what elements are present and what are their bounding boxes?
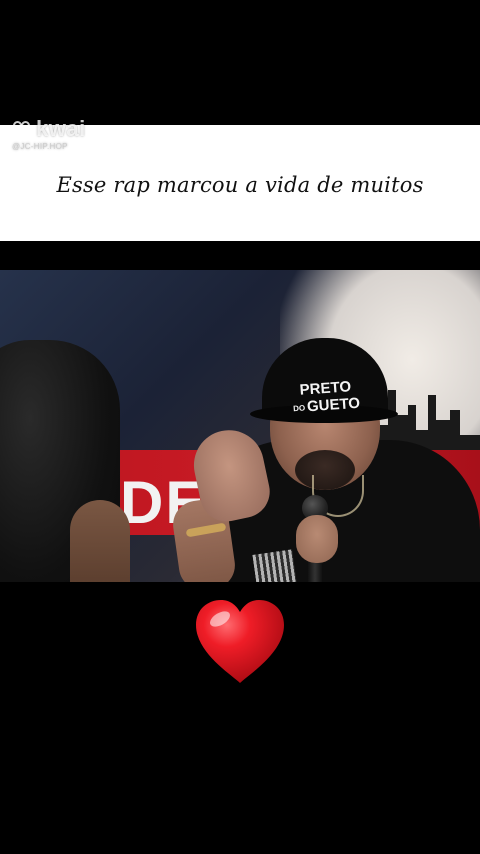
heart-svg (196, 600, 284, 683)
video-frame[interactable]: DE L PRETO DOGUETO (0, 270, 480, 582)
red-heart-icon (192, 597, 288, 687)
cap-logo-text: PRETO DOGUETO (275, 377, 377, 418)
cap-text-line2: GUETO (306, 394, 361, 416)
kwai-logo-icon (12, 121, 32, 137)
left-person-arm (70, 500, 130, 582)
watermark-handle: @JC-HIP.HOP (12, 142, 68, 151)
shirt-print (252, 549, 298, 582)
cap-text-small: DO (292, 403, 306, 413)
hand-holding-mic (296, 515, 338, 563)
kwai-brand-text: kwai (36, 116, 86, 141)
kwai-brand-row: kwai (12, 118, 86, 140)
kwai-watermark: kwai @JC-HIP.HOP (12, 118, 86, 152)
caption-text: Esse rap marcou a vida de muitos (56, 173, 424, 197)
